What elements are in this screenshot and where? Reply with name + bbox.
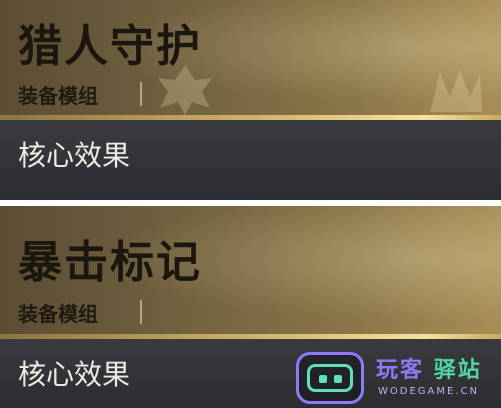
module-card-1: 猎人守护 装备模组 核心效果 bbox=[0, 0, 501, 200]
card-header: 猎人守护 装备模组 bbox=[0, 0, 501, 118]
core-effect-label: 核心效果 bbox=[18, 139, 131, 172]
watermark-brand-part1: 玩客 bbox=[376, 358, 425, 383]
card-header: 暴击标记 装备模组 bbox=[0, 206, 501, 337]
emblem-icon bbox=[430, 70, 482, 112]
watermark-brand: 玩客 驿站 bbox=[376, 352, 482, 384]
watermark-brand-part2: 驿站 bbox=[433, 358, 482, 383]
module-title: 暴击标记 bbox=[18, 237, 202, 288]
core-effect-label: 核心效果 bbox=[18, 358, 131, 391]
robot-face-icon bbox=[307, 364, 353, 392]
module-title: 猎人守护 bbox=[18, 21, 202, 72]
divider bbox=[140, 300, 142, 324]
watermark-logo bbox=[296, 352, 364, 404]
module-type-label: 装备模组 bbox=[18, 84, 98, 108]
core-effect-bar: 核心效果 bbox=[0, 120, 501, 200]
divider bbox=[140, 82, 142, 106]
module-type-label: 装备模组 bbox=[18, 302, 98, 326]
watermark-url: WODEGAME.CN bbox=[378, 386, 479, 397]
